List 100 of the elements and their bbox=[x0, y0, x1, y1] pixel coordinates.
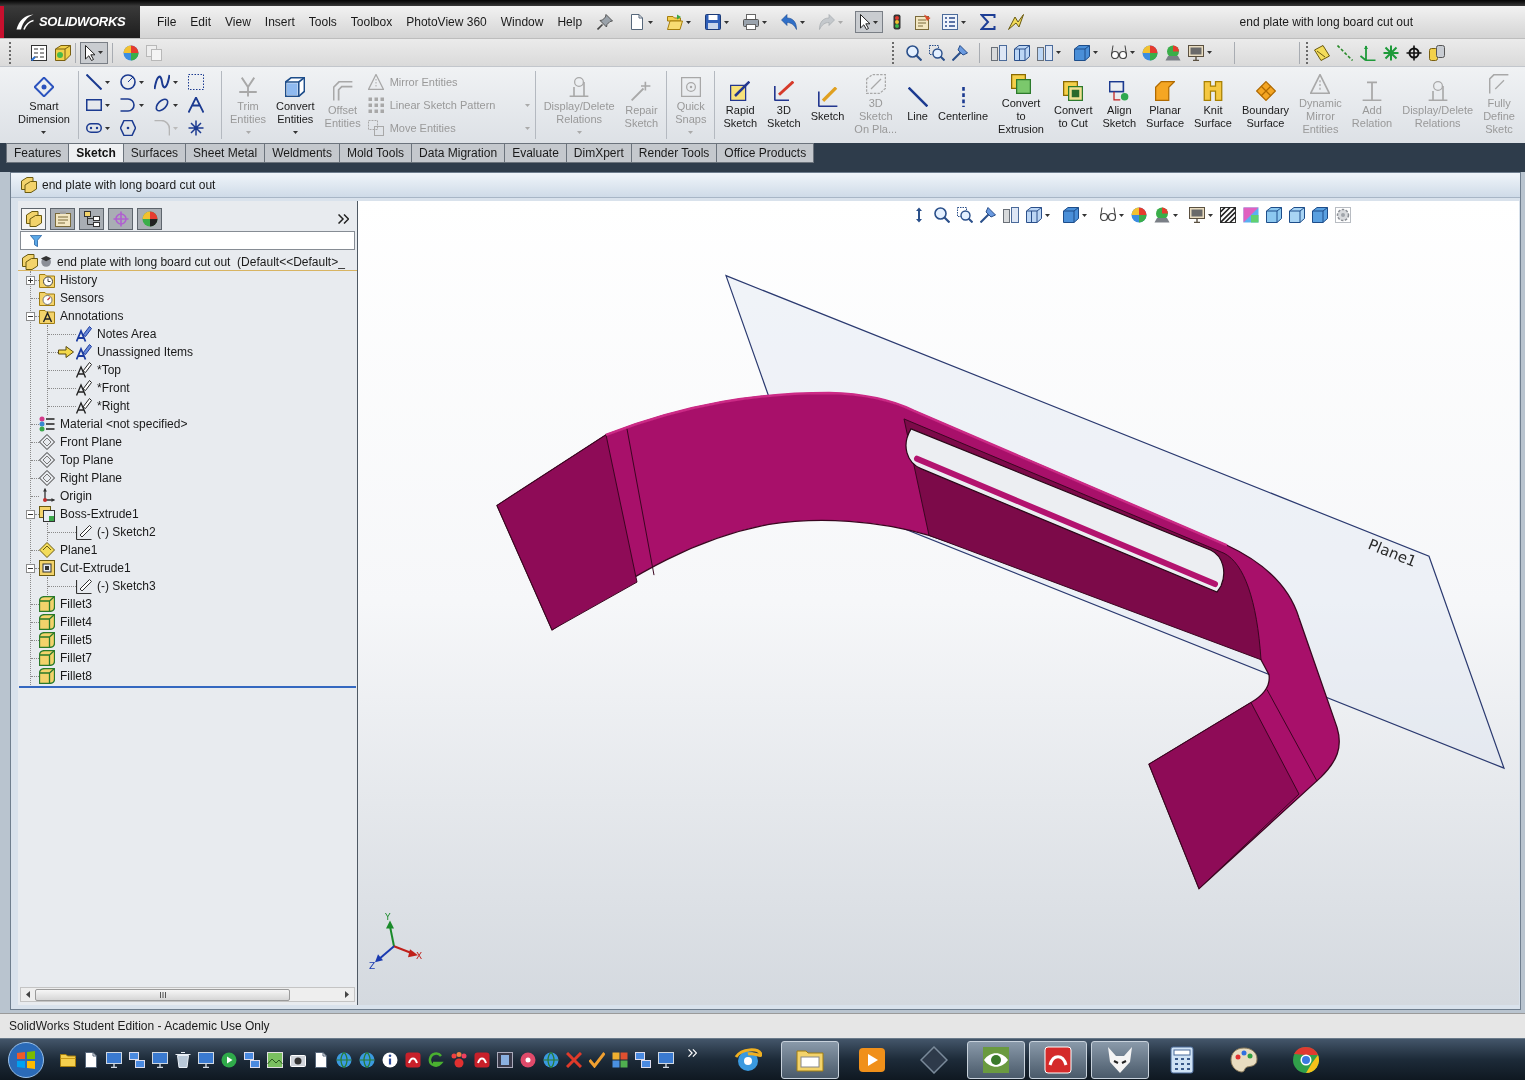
cube-icon[interactable] bbox=[1289, 207, 1305, 223]
menu-item[interactable]: Insert bbox=[257, 13, 302, 31]
picture-icon[interactable] bbox=[267, 1051, 283, 1068]
select-button[interactable] bbox=[855, 11, 884, 33]
caret-icon[interactable] bbox=[41, 130, 47, 134]
part-icon[interactable] bbox=[55, 44, 71, 61]
gear-icon[interactable] bbox=[1335, 207, 1351, 223]
command-button[interactable]: Sketch bbox=[805, 67, 850, 143]
network-icon[interactable] bbox=[635, 1051, 651, 1068]
command-button[interactable]: Convert Entities bbox=[271, 67, 320, 143]
scrollbar-thumb[interactable] bbox=[35, 988, 290, 1001]
tree-item[interactable]: Top Plane bbox=[60, 451, 114, 469]
point-icon[interactable] bbox=[1383, 44, 1399, 61]
tree-item[interactable]: Annotations bbox=[60, 307, 124, 325]
tab[interactable]: Render Tools bbox=[630, 143, 718, 163]
panel-tab[interactable] bbox=[79, 208, 104, 230]
caret-icon[interactable] bbox=[98, 51, 103, 54]
brush-icon[interactable] bbox=[952, 44, 968, 61]
menu-item[interactable]: File bbox=[150, 13, 184, 31]
zoom-fit-icon[interactable] bbox=[934, 207, 950, 223]
caret-icon[interactable] bbox=[138, 103, 144, 107]
command-button[interactable]: Convert to Cut bbox=[1048, 67, 1098, 143]
disc-icon[interactable] bbox=[520, 1051, 536, 1068]
collapse-icon[interactable] bbox=[26, 509, 35, 519]
trash-icon[interactable] bbox=[175, 1051, 191, 1068]
collapse-icon[interactable] bbox=[26, 563, 35, 573]
film-icon[interactable] bbox=[497, 1051, 513, 1068]
page-icon[interactable] bbox=[83, 1051, 99, 1068]
swirl-icon[interactable] bbox=[428, 1051, 444, 1068]
tree-item[interactable]: (-) Sketch2 bbox=[97, 523, 156, 541]
caret-icon[interactable] bbox=[1130, 51, 1135, 54]
command-button[interactable]: Planar Surface bbox=[1141, 67, 1190, 143]
tab[interactable]: Office Products bbox=[716, 143, 815, 163]
menu-item[interactable]: Help bbox=[550, 13, 590, 31]
tab[interactable]: Data Migration bbox=[411, 143, 506, 163]
menu-item[interactable]: Edit bbox=[183, 13, 219, 31]
caret-icon[interactable] bbox=[961, 20, 967, 24]
command-button[interactable]: Smart Dimension bbox=[13, 67, 75, 143]
sigma-icon[interactable] bbox=[980, 14, 997, 30]
tree-item[interactable]: Cut-Extrude1 bbox=[60, 559, 131, 577]
command-button[interactable]: Rapid Sketch bbox=[718, 67, 763, 143]
glasses-icon[interactable] bbox=[1111, 44, 1127, 61]
tab[interactable]: DimXpert bbox=[565, 143, 632, 163]
taskbar-button[interactable] bbox=[1091, 1040, 1149, 1079]
caret-icon[interactable] bbox=[172, 103, 178, 107]
tab[interactable]: Mold Tools bbox=[338, 143, 413, 163]
caret-icon[interactable] bbox=[873, 20, 879, 24]
right-arrow-icon[interactable] bbox=[345, 991, 349, 998]
appearance-ball-icon[interactable] bbox=[123, 44, 139, 61]
monitor-icon[interactable] bbox=[658, 1051, 674, 1068]
tree-item[interactable]: *Top bbox=[97, 361, 122, 379]
panel-tab[interactable] bbox=[21, 208, 46, 230]
panel-list-icon[interactable] bbox=[31, 44, 47, 61]
cube-icon[interactable] bbox=[1063, 207, 1079, 223]
lightning-pointer-icon[interactable] bbox=[1008, 14, 1025, 30]
spline-icon[interactable] bbox=[153, 74, 170, 90]
tree-item[interactable]: History bbox=[60, 271, 98, 289]
taskbar-button[interactable] bbox=[967, 1040, 1025, 1079]
tree-root[interactable]: end plate with long board cut out (Default<<Default>_ bbox=[57, 252, 345, 271]
caret-icon[interactable] bbox=[1119, 213, 1124, 217]
caret-icon[interactable] bbox=[1207, 51, 1212, 54]
command-button[interactable]: Convert to Extrusion bbox=[993, 67, 1049, 143]
command-button[interactable]: Knit Surface bbox=[1189, 67, 1237, 143]
brush-icon[interactable] bbox=[980, 207, 996, 223]
menu-item[interactable]: Window bbox=[493, 13, 551, 31]
caret-icon[interactable] bbox=[138, 80, 144, 84]
app-tile-icon[interactable] bbox=[405, 1051, 421, 1068]
tab[interactable]: Evaluate bbox=[504, 143, 567, 163]
split-cube-icon[interactable] bbox=[1014, 44, 1030, 61]
tab[interactable]: Weldments bbox=[264, 143, 340, 163]
cube-icon[interactable] bbox=[1074, 44, 1090, 61]
network-icon[interactable] bbox=[244, 1051, 260, 1068]
app-tile-icon[interactable] bbox=[474, 1051, 490, 1068]
appearance-ball-icon[interactable] bbox=[1142, 44, 1158, 61]
tree-item[interactable]: *Front bbox=[97, 379, 130, 397]
axis-line-icon[interactable] bbox=[1337, 44, 1353, 61]
horizontal-scrollbar[interactable] bbox=[20, 987, 355, 1002]
zoom-fit-icon[interactable] bbox=[906, 44, 922, 61]
tree-item[interactable]: Fillet7 bbox=[60, 649, 92, 667]
caret-icon[interactable] bbox=[800, 20, 806, 24]
coordinate-axes-icon[interactable] bbox=[1360, 44, 1376, 61]
play-icon[interactable] bbox=[221, 1051, 237, 1068]
monitor-icon[interactable] bbox=[1189, 207, 1205, 223]
page-icon[interactable] bbox=[313, 1051, 329, 1068]
tab[interactable]: Sketch bbox=[68, 143, 124, 163]
scene-icon[interactable] bbox=[1154, 207, 1170, 223]
caret-icon[interactable] bbox=[104, 103, 110, 107]
tree-item[interactable]: Unassigned Items bbox=[97, 343, 194, 361]
command-button[interactable]: Line bbox=[902, 67, 933, 143]
dots-icon[interactable] bbox=[451, 1051, 467, 1068]
striped-square-icon[interactable] bbox=[1220, 207, 1236, 223]
caret-icon[interactable] bbox=[762, 20, 768, 24]
tab[interactable]: Features bbox=[6, 143, 70, 163]
menu-item[interactable]: PhotoView 360 bbox=[399, 13, 494, 31]
ellipse-icon[interactable] bbox=[153, 97, 170, 113]
chevron-icon[interactable] bbox=[338, 214, 349, 224]
folder-icon[interactable] bbox=[60, 1051, 76, 1068]
list-icon[interactable] bbox=[942, 14, 959, 30]
monitor-icon[interactable] bbox=[152, 1051, 168, 1068]
command-button[interactable]: Boundary Surface bbox=[1236, 67, 1295, 143]
